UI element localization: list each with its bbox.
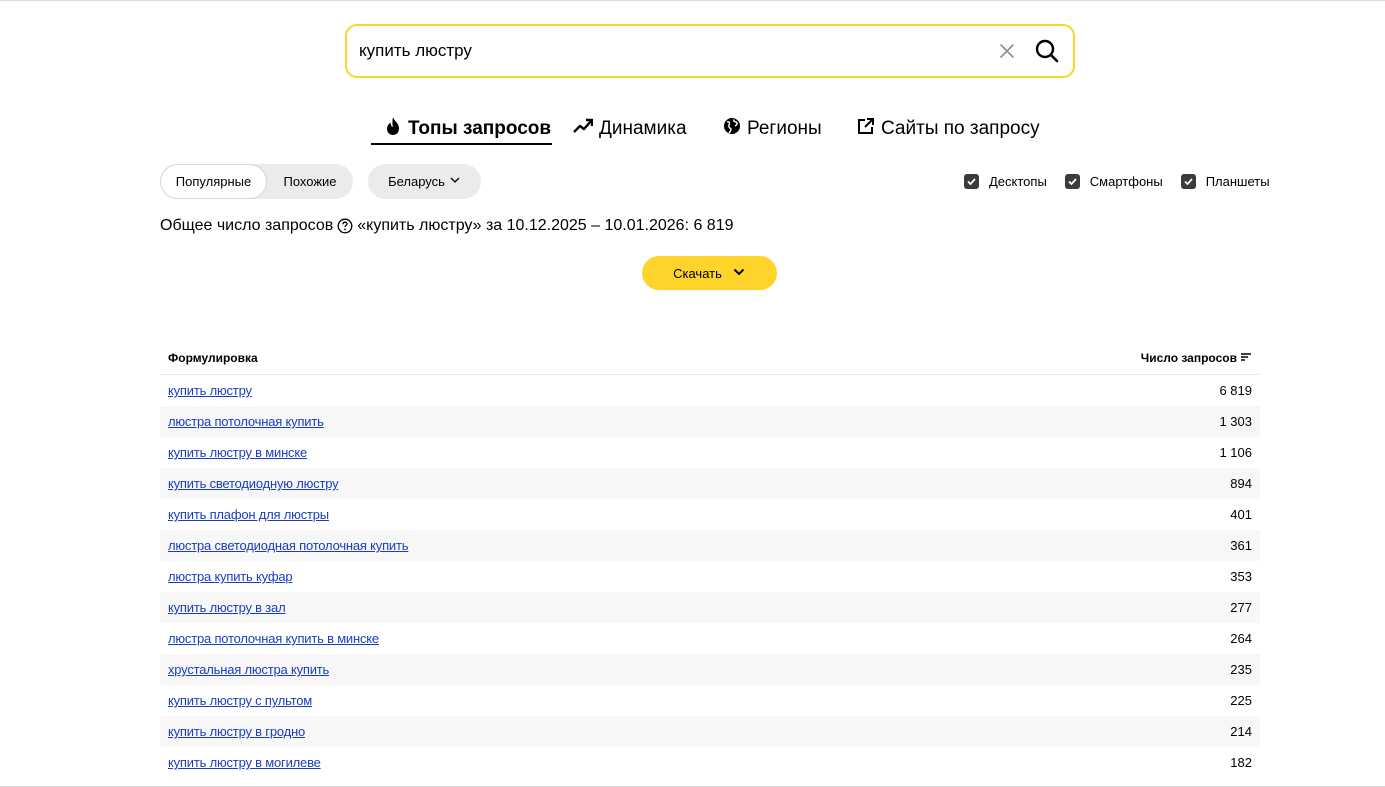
table-row: купить люстру в зал 277 [160,592,1260,623]
query-link[interactable]: люстра потолочная купить в минске [168,631,379,646]
fire-icon [384,116,402,142]
table-row: люстра потолочная купить в минске 264 [160,623,1260,654]
tab-label: Динамика [599,118,687,139]
query-count: 277 [1230,600,1252,615]
search-input[interactable] [359,36,959,66]
column-header-count[interactable]: Число запросов [1141,351,1252,366]
device-filters: Десктопы Смартфоны Планшеты [964,171,1270,191]
query-link[interactable]: купить люстру с пультом [168,693,312,708]
trend-icon [573,118,594,140]
active-tab-indicator [371,143,552,145]
device-desktop[interactable]: Десктопы [964,173,1047,189]
tab-label: Сайты по запросу [881,118,1040,139]
column-header-count-label: Число запросов [1140,351,1237,365]
table-row: купить люстру в гродно 214 [160,716,1260,747]
query-count: 214 [1230,724,1252,739]
external-link-icon [857,117,875,141]
tab-regions[interactable]: Регионы [723,114,822,144]
query-link[interactable]: купить люстру в могилеве [168,755,321,770]
tab-bar: Топы запросов Динамика Регионы Сайты по … [0,114,1385,148]
device-tablet[interactable]: Планшеты [1180,173,1270,189]
device-label: Десктопы [989,173,1047,189]
query-link[interactable]: хрустальная люстра купить [168,662,329,677]
region-label: Беларусь [388,174,445,189]
query-count: 1 303 [1219,414,1252,429]
device-label: Планшеты [1205,173,1270,189]
download-label: Скачать [673,265,722,281]
checkbox-checked-icon[interactable] [964,173,979,189]
table-row: хрустальная люстра купить 235 [160,654,1260,685]
tab-sites[interactable]: Сайты по запросу [857,114,1040,144]
query-count: 182 [1230,755,1252,770]
mode-switch: Популярные Похожие [160,164,353,199]
query-count: 1 106 [1219,445,1252,460]
query-link[interactable]: купить люстру в гродно [168,724,305,739]
chevron-down-icon [449,174,461,189]
table-row: купить люстру 6 819 [160,375,1260,406]
chevron-down-icon [732,265,746,282]
query-link[interactable]: купить плафон для люстры [168,507,329,522]
top-divider [0,0,1385,1]
query-link[interactable]: купить люстру в минске [168,445,307,460]
table-header: Формулировка Число запросов [160,342,1260,375]
download-button[interactable]: Скачать [642,256,777,290]
table-row: люстра потолочная купить 1 303 [160,406,1260,437]
query-link[interactable]: люстра светодиодная потолочная купить [168,538,409,553]
help-icon[interactable] [337,218,353,234]
mode-similar-button[interactable]: Похожие [267,164,353,199]
query-count: 401 [1230,507,1252,522]
query-link[interactable]: люстра потолочная купить [168,414,324,429]
query-link[interactable]: купить люстру [168,383,252,398]
search-icon[interactable] [1034,38,1060,64]
query-count: 894 [1230,476,1252,491]
table-row: люстра купить куфар 353 [160,561,1260,592]
query-count: 264 [1230,631,1252,646]
query-count: 6 819 [1219,383,1252,398]
query-link[interactable]: люстра купить куфар [168,569,293,584]
query-link[interactable]: купить светодиодную люстру [168,476,339,491]
query-count: 225 [1230,693,1252,708]
table-row: купить светодиодную люстру 894 [160,468,1260,499]
summary-text: «купить люстру» за 10.12.2025 – 10.01.20… [357,217,734,234]
checkbox-checked-icon[interactable] [1180,173,1196,189]
table-row: купить люстру в могилеве 182 [160,747,1260,778]
tab-top-queries[interactable]: Топы запросов [384,114,551,144]
total-summary: Общее число запросов «купить люстру» за … [160,217,734,235]
table-row: люстра светодиодная потолочная купить 361 [160,530,1260,561]
table-row: купить плафон для люстры 401 [160,499,1260,530]
query-count: 353 [1230,569,1252,584]
query-link[interactable]: купить люстру в зал [168,600,286,615]
region-select[interactable]: Беларусь [368,164,481,199]
mode-popular-button[interactable]: Популярные [160,164,267,199]
search-bar [345,24,1075,78]
table-body: купить люстру 6 819 люстра потолочная купи… [160,375,1260,778]
device-smartphone[interactable]: Смартфоны [1064,173,1163,189]
tab-label: Регионы [747,118,822,139]
query-count: 235 [1230,662,1252,677]
tab-label: Топы запросов [408,118,552,139]
queries-table: Формулировка Число запросов купить люстр… [160,342,1260,778]
table-row: купить люстру в минске 1 106 [160,437,1260,468]
checkbox-checked-icon[interactable] [1064,173,1080,189]
clear-icon[interactable] [997,41,1017,61]
summary-prefix: Общее число запросов [160,217,334,234]
device-label: Смартфоны [1089,173,1163,189]
column-header-phrase: Формулировка [168,351,258,365]
query-count: 361 [1230,538,1252,553]
sort-icon[interactable] [1240,351,1252,366]
table-row: купить люстру с пультом 225 [160,685,1260,716]
tab-dynamics[interactable]: Динамика [573,114,687,144]
globe-icon [723,117,741,141]
